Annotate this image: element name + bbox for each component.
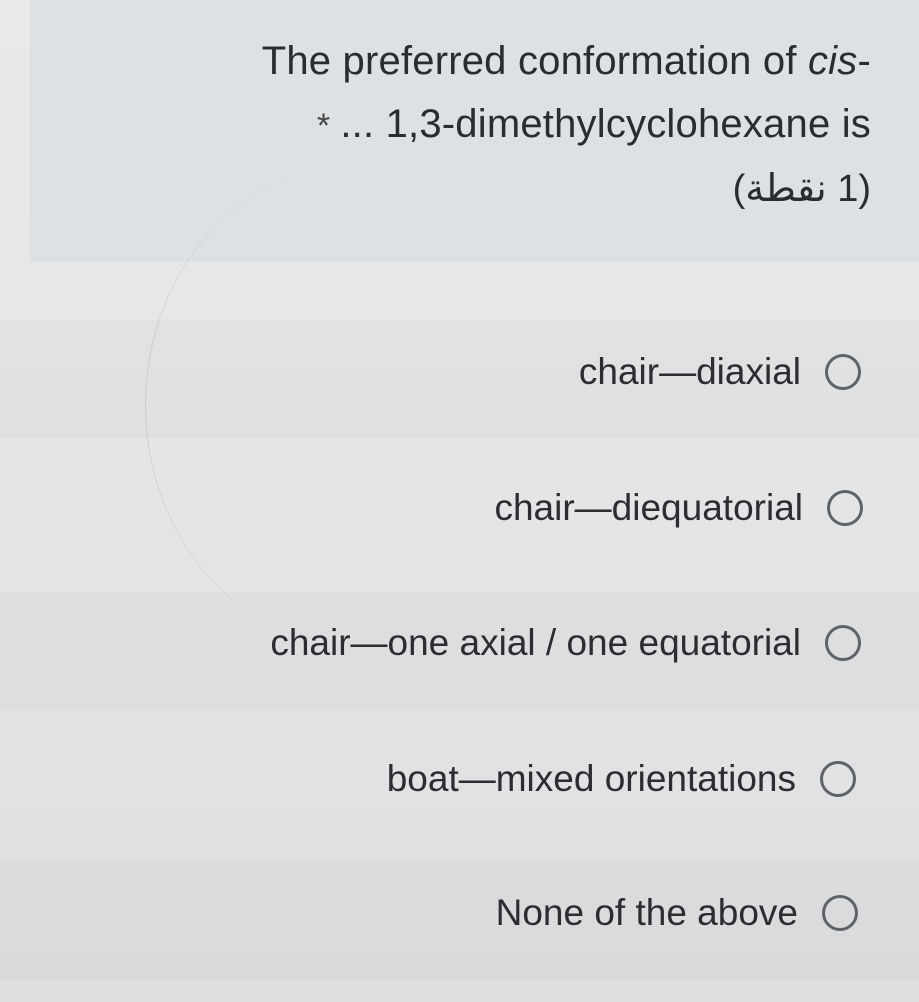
form-page: The preferred conformation of cis- *... … <box>0 0 919 1002</box>
question-hyphen: - <box>857 39 871 83</box>
question-line-1: The preferred conformation of cis- <box>151 30 871 93</box>
option-boat-mixed[interactable]: boat—mixed orientations <box>387 749 856 809</box>
radio-button-icon[interactable] <box>825 625 861 661</box>
option-label: chair—diequatorial <box>494 487 803 528</box>
option-label: None of the above <box>495 892 798 933</box>
radio-button-icon[interactable] <box>825 354 861 390</box>
option-label: chair—diaxial <box>578 351 801 392</box>
question-title: The preferred conformation of cis- *... … <box>151 30 871 221</box>
option-chair-diaxial[interactable]: chair—diaxial <box>579 342 861 402</box>
option-none-of-the-above[interactable]: None of the above <box>496 883 858 943</box>
required-asterisk: * <box>316 107 331 145</box>
radio-button-icon[interactable] <box>827 490 863 526</box>
question-line-2: *... 1,3-dimethylcyclohexane is <box>151 93 871 158</box>
answer-options: chair—diaxial chair—diequatorial chair—o… <box>0 262 919 1002</box>
radio-button-icon[interactable] <box>822 895 858 931</box>
question-header: The preferred conformation of cis- *... … <box>30 0 919 262</box>
question-text-part: The preferred conformation of <box>261 39 808 83</box>
radio-button-icon[interactable] <box>820 761 856 797</box>
option-label: chair—one axial / one equatorial <box>270 622 801 663</box>
question-text-part-2: ... 1,3-dimethylcyclohexane is <box>340 102 871 146</box>
option-chair-diequatorial[interactable]: chair—diequatorial <box>494 478 863 538</box>
option-chair-axial-equatorial[interactable]: chair—one axial / one equatorial <box>270 613 861 673</box>
option-label: boat—mixed orientations <box>386 758 796 799</box>
points-label: (1 نقطة) <box>732 168 871 210</box>
question-italic-term: cis <box>807 39 858 83</box>
